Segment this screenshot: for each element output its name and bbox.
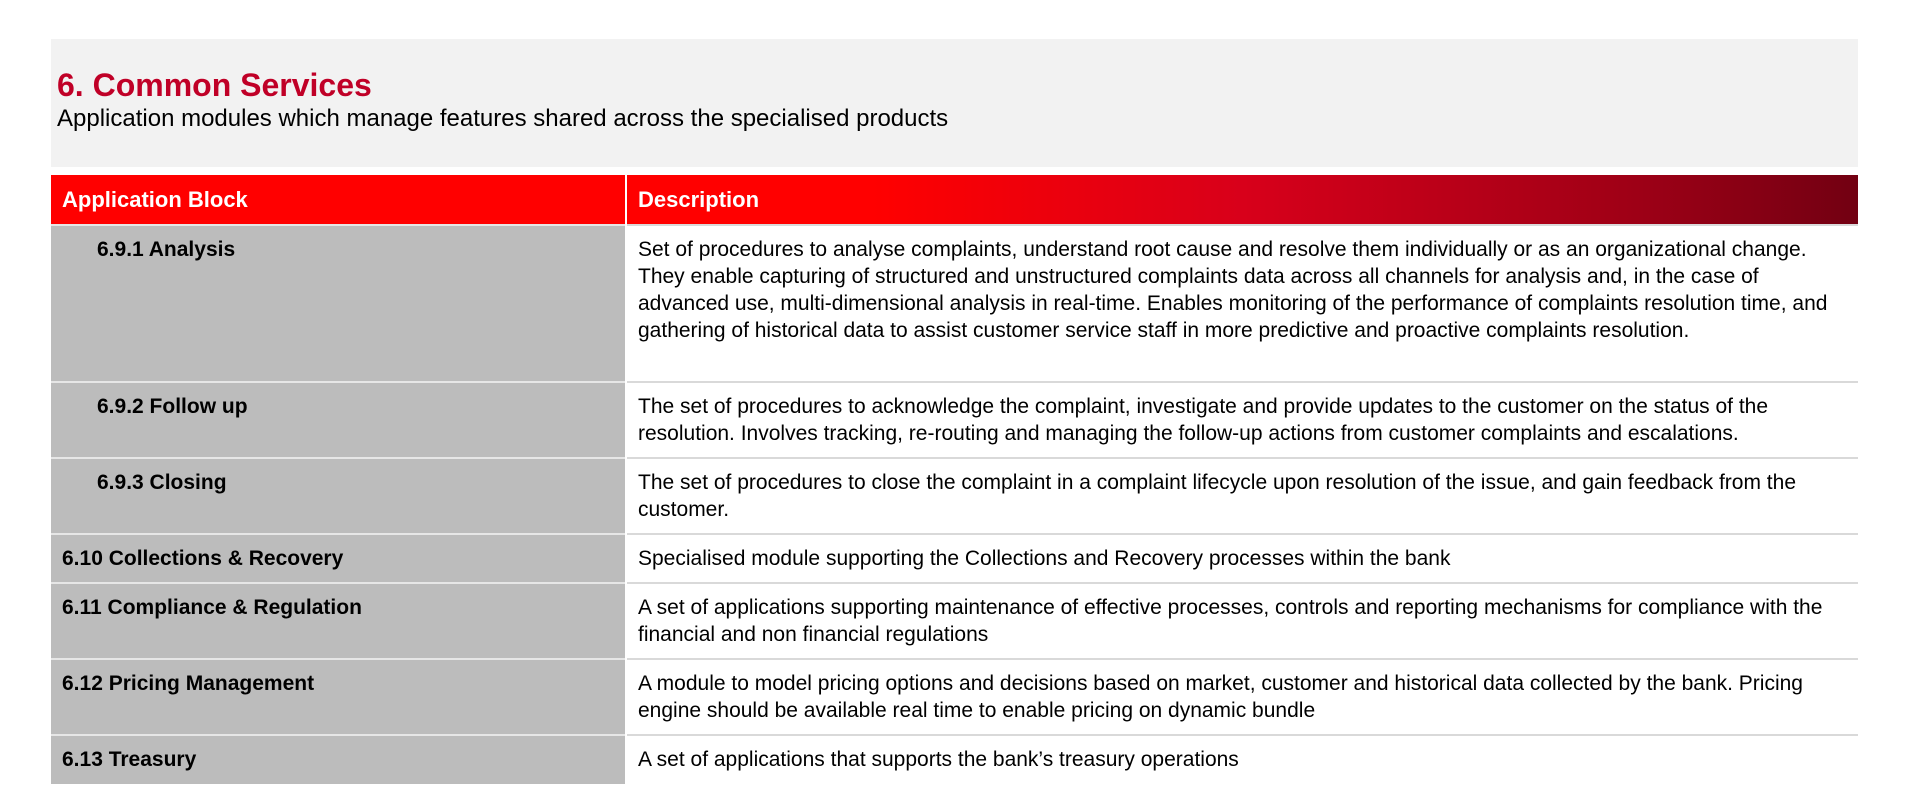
description-cell: A set of applications supporting mainten… xyxy=(626,582,1858,659)
table-header-row: Application Block Description xyxy=(51,175,1858,225)
description-cell: A module to model pricing options and de… xyxy=(626,658,1858,735)
application-block-cell: 6.13 Treasury xyxy=(51,734,627,784)
application-block-cell: 6.9.1 Analysis xyxy=(51,224,627,382)
table-row: 6.11 Compliance & Regulation A set of ap… xyxy=(51,582,1858,659)
application-block-cell: 6.11 Compliance & Regulation xyxy=(51,582,627,659)
table-row: 6.9.3 Closing The set of procedures to c… xyxy=(51,457,1858,534)
table-row: 6.9.2 Follow up The set of procedures to… xyxy=(51,381,1858,458)
description-cell: The set of procedures to acknowledge the… xyxy=(626,381,1858,458)
application-block-cell: 6.9.3 Closing xyxy=(51,457,627,534)
description-cell: A set of applications that supports the … xyxy=(626,734,1858,784)
column-header-description: Description xyxy=(626,175,1858,225)
table-row: 6.12 Pricing Management A module to mode… xyxy=(51,658,1858,735)
application-block-cell: 6.9.2 Follow up xyxy=(51,381,627,458)
page-title: 6. Common Services xyxy=(57,67,372,103)
table-row: 6.10 Collections & Recovery Specialised … xyxy=(51,533,1858,583)
table-row: 6.9.1 Analysis Set of procedures to anal… xyxy=(51,224,1858,382)
application-block-cell: 6.10 Collections & Recovery xyxy=(51,533,627,583)
table-row: 6.13 Treasury A set of applications that… xyxy=(51,734,1858,784)
description-cell: Specialised module supporting the Collec… xyxy=(626,533,1858,583)
description-cell: The set of procedures to close the compl… xyxy=(626,457,1858,534)
application-block-cell: 6.12 Pricing Management xyxy=(51,658,627,735)
description-cell: Set of procedures to analyse complaints,… xyxy=(626,224,1858,382)
table-header: Application Block Description xyxy=(51,175,1858,225)
column-header-application-block: Application Block xyxy=(51,175,627,225)
page-subtitle: Application modules which manage feature… xyxy=(57,105,949,132)
table-body: 6.9.1 Analysis Set of procedures to anal… xyxy=(51,224,1858,784)
services-table: Application Block Description 6.9.1 Anal… xyxy=(51,175,1858,784)
